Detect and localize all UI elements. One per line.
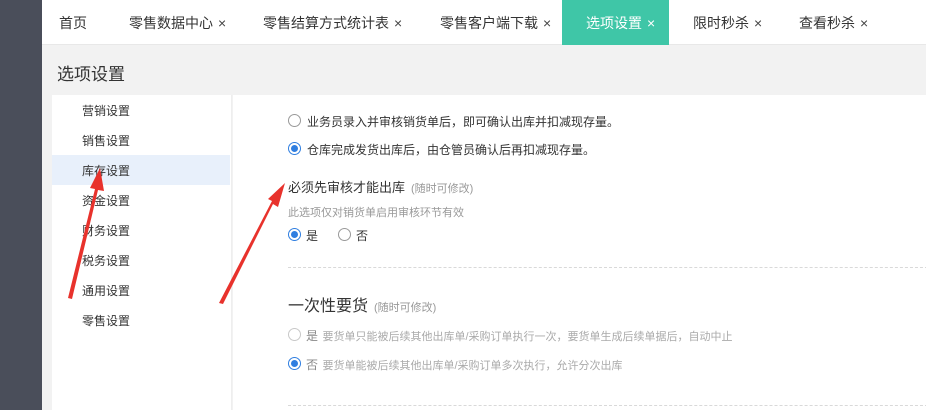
one-time-yes-label: 是	[306, 329, 319, 343]
stock-reduce-option2-radio[interactable]	[288, 142, 301, 155]
close-icon[interactable]: ×	[394, 15, 402, 31]
one-time-yes-radio[interactable]	[288, 328, 301, 341]
settings-sidebar: 营销设置 销售设置 库存设置 资金设置 财务设置 税务设置 通用设置 零售设置	[52, 95, 232, 410]
tab-retail-client-download[interactable]: 零售客户端下载 ×	[419, 0, 562, 45]
tab-bar: 首页 零售数据中心 × 零售结算方式统计表 × 零售客户端下载 × 选项设置 ×…	[42, 0, 926, 45]
must-audit-yes-label: 是	[306, 229, 319, 243]
tab-flash-sale[interactable]: 限时秒杀 ×	[669, 0, 775, 45]
close-icon[interactable]: ×	[860, 15, 868, 31]
stock-reduce-option2-label: 仓库完成发货出库后，由仓管员确认后再扣减现存量。	[307, 143, 596, 157]
page-header: 选项设置	[42, 45, 926, 95]
section-divider	[288, 405, 926, 406]
must-audit-no-radio[interactable]	[338, 228, 351, 241]
tab-label: 选项设置	[586, 14, 642, 31]
close-icon[interactable]: ×	[218, 15, 226, 31]
tab-label: 零售数据中心	[129, 14, 213, 31]
close-icon[interactable]: ×	[754, 15, 762, 31]
left-nav-rail	[0, 0, 42, 410]
one-time-no-option: 否 要货单能被后续其他出库单/采购订单多次执行，允许分次出库	[306, 356, 623, 374]
tab-label: 零售结算方式统计表	[263, 14, 389, 31]
sidebar-item-label: 营销设置	[82, 103, 131, 118]
must-audit-hint: (随时可修改)	[411, 183, 474, 195]
sidebar-item-label: 财务设置	[82, 223, 131, 238]
tab-options-settings[interactable]: 选项设置 ×	[562, 0, 669, 45]
must-audit-heading: 必须先审核才能出库 (随时可修改)	[288, 177, 473, 197]
settings-content: 业务员录入并审核销货单后，即可确认出库并扣减现存量。 仓库完成发货出库后，由仓管…	[233, 95, 926, 410]
stock-reduce-option1-label: 业务员录入并审核销货单后，即可确认出库并扣减现存量。	[307, 115, 620, 129]
one-time-heading: 一次性要货 (随时可修改)	[288, 292, 436, 316]
close-icon[interactable]: ×	[647, 15, 655, 31]
one-time-hint: (随时可修改)	[374, 302, 437, 314]
sidebar-item-general[interactable]: 通用设置	[52, 275, 230, 305]
must-audit-title: 必须先审核才能出库	[288, 180, 406, 195]
tab-label: 限时秒杀	[693, 14, 749, 31]
sidebar-item-label: 库存设置	[82, 163, 131, 178]
tab-retail-settlement-stats[interactable]: 零售结算方式统计表 ×	[249, 0, 419, 45]
one-time-title: 一次性要货	[288, 298, 369, 315]
sidebar-item-label: 销售设置	[82, 133, 131, 148]
one-time-no-description: 要货单能被后续其他出库单/采购订单多次执行，允许分次出库	[322, 360, 623, 372]
sidebar-item-sales[interactable]: 销售设置	[52, 125, 230, 155]
sidebar-item-funds[interactable]: 资金设置	[52, 185, 230, 215]
must-audit-no-label: 否	[356, 229, 369, 243]
sidebar-item-inventory[interactable]: 库存设置	[52, 155, 230, 185]
tab-label: 查看秒杀	[799, 14, 855, 31]
close-icon[interactable]: ×	[543, 15, 551, 31]
tab-label: 首页	[59, 14, 87, 31]
stock-reduce-option1-radio[interactable]	[288, 114, 301, 127]
one-time-yes-description: 要货单只能被后续其他出库单/采购订单执行一次，要货单生成后续单据后，自动中止	[322, 331, 733, 343]
tab-retail-data-center[interactable]: 零售数据中心 ×	[114, 0, 249, 45]
sidebar-item-tax[interactable]: 税务设置	[52, 245, 230, 275]
tab-label: 零售客户端下载	[440, 14, 538, 31]
sidebar-item-finance[interactable]: 财务设置	[52, 215, 230, 245]
sidebar-item-label: 税务设置	[82, 253, 131, 268]
one-time-yes-option: 是 要货单只能被后续其他出库单/采购订单执行一次，要货单生成后续单据后，自动中止	[306, 327, 733, 345]
section-divider	[288, 267, 926, 268]
tab-view-flash-sale[interactable]: 查看秒杀 ×	[775, 0, 885, 45]
sidebar-item-label: 资金设置	[82, 193, 131, 208]
sidebar-item-label: 零售设置	[82, 313, 131, 328]
sidebar-item-label: 通用设置	[82, 283, 131, 298]
must-audit-description: 此选项仅对销货单启用审核环节有效	[288, 207, 464, 219]
page-title: 选项设置	[57, 65, 125, 84]
one-time-no-radio[interactable]	[288, 357, 301, 370]
one-time-no-label: 否	[306, 358, 319, 372]
tab-home[interactable]: 首页	[42, 0, 114, 45]
sidebar-item-retail[interactable]: 零售设置	[52, 305, 230, 335]
must-audit-yes-radio[interactable]	[288, 228, 301, 241]
sidebar-item-marketing[interactable]: 营销设置	[52, 95, 230, 125]
